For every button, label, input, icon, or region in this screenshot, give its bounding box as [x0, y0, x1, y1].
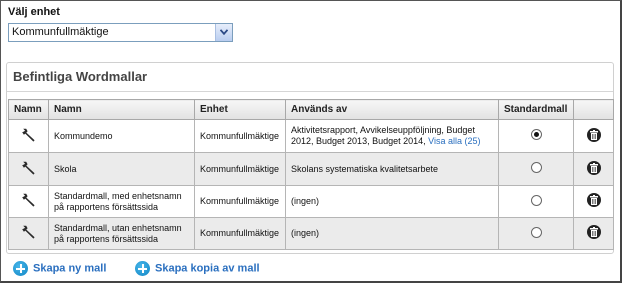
- create-copy-template-button[interactable]: Skapa kopia av mall: [135, 261, 260, 276]
- delete-button[interactable]: [586, 225, 601, 239]
- row-used-by: Skolans systematiska kvalitetsarbete: [285, 152, 499, 186]
- section-divider: [7, 91, 613, 92]
- create-new-template-button[interactable]: Skapa ny mall: [13, 261, 106, 276]
- row-name: Standardmall, utan enhetsnamn på rapport…: [48, 217, 195, 250]
- create-copy-template-label: Skapa kopia av mall: [155, 262, 260, 275]
- standard-cell: [498, 185, 574, 218]
- delete-cell: [573, 217, 614, 250]
- table-row: Skola Kommunfullmäktige Skolans systemat…: [8, 152, 614, 186]
- create-new-template-label: Skapa ny mall: [33, 262, 107, 275]
- trash-icon: [589, 195, 598, 205]
- table-header-row: Namn Namn Enhet Används av Standardmall: [8, 99, 614, 120]
- standard-cell: [498, 119, 574, 153]
- delete-cell: [573, 185, 614, 218]
- delete-button[interactable]: [586, 160, 601, 175]
- unit-select[interactable]: Kommunfullmäktige: [8, 23, 233, 42]
- row-unit: Kommunfullmäktige: [194, 152, 286, 186]
- row-name: Standardmall, med enhetsnamn på rapporte…: [48, 185, 195, 218]
- edit-cell[interactable]: [8, 119, 49, 153]
- plus-circle-icon: [13, 261, 28, 276]
- delete-cell: [573, 152, 614, 186]
- header-standard[interactable]: Standardmall: [498, 99, 574, 120]
- delete-button[interactable]: [586, 127, 601, 142]
- standard-radio[interactable]: [530, 162, 542, 173]
- section-title: Befintliga Wordmallar: [13, 69, 148, 84]
- header-used-by[interactable]: Används av: [285, 99, 499, 120]
- wrench-icon[interactable]: [21, 127, 37, 143]
- trash-icon: [589, 162, 598, 173]
- delete-cell: [573, 119, 614, 153]
- trash-icon: [589, 129, 598, 140]
- header-unit[interactable]: Enhet: [194, 99, 286, 120]
- delete-button[interactable]: [586, 193, 601, 207]
- edit-cell[interactable]: [8, 152, 49, 186]
- header-icon-column[interactable]: Namn: [8, 99, 49, 120]
- row-unit: Kommunfullmäktige: [194, 217, 286, 250]
- dropdown-button[interactable]: [215, 24, 232, 41]
- header-name[interactable]: Namn: [48, 99, 195, 120]
- header-actions: [573, 99, 614, 120]
- plus-circle-icon: [135, 261, 150, 276]
- standard-radio[interactable]: [530, 194, 542, 206]
- wrench-icon[interactable]: [21, 224, 37, 240]
- row-name: Skola: [48, 152, 195, 186]
- wrench-icon[interactable]: [21, 160, 37, 176]
- trash-icon: [589, 227, 598, 237]
- wrench-icon[interactable]: [21, 192, 37, 208]
- chevron-down-icon: [220, 29, 228, 35]
- row-used-by: (ingen): [285, 217, 499, 250]
- row-name: Kommundemo: [48, 119, 195, 153]
- unit-select-value: Kommunfullmäktige: [12, 26, 109, 38]
- standard-cell: [498, 217, 574, 250]
- table-row: Kommundemo Kommunfullmäktige Aktivitetsr…: [8, 119, 614, 153]
- templates-table: Namn Namn Enhet Används av Standardmall …: [8, 99, 614, 250]
- edit-cell[interactable]: [8, 217, 49, 250]
- show-all-link[interactable]: Visa alla (25): [428, 136, 480, 146]
- row-used-by: Aktivitetsrapport, Avvikelseuppföljning,…: [285, 119, 499, 153]
- edit-cell[interactable]: [8, 185, 49, 218]
- table-row: Standardmall, utan enhetsnamn på rapport…: [8, 217, 614, 250]
- row-used-by: (ingen): [285, 185, 499, 218]
- standard-radio[interactable]: [530, 129, 542, 140]
- unit-select-label: Välj enhet: [8, 6, 60, 18]
- standard-radio[interactable]: [530, 226, 542, 238]
- row-unit: Kommunfullmäktige: [194, 185, 286, 218]
- standard-cell: [498, 152, 574, 186]
- row-unit: Kommunfullmäktige: [194, 119, 286, 153]
- table-row: Standardmall, med enhetsnamn på rapporte…: [8, 185, 614, 218]
